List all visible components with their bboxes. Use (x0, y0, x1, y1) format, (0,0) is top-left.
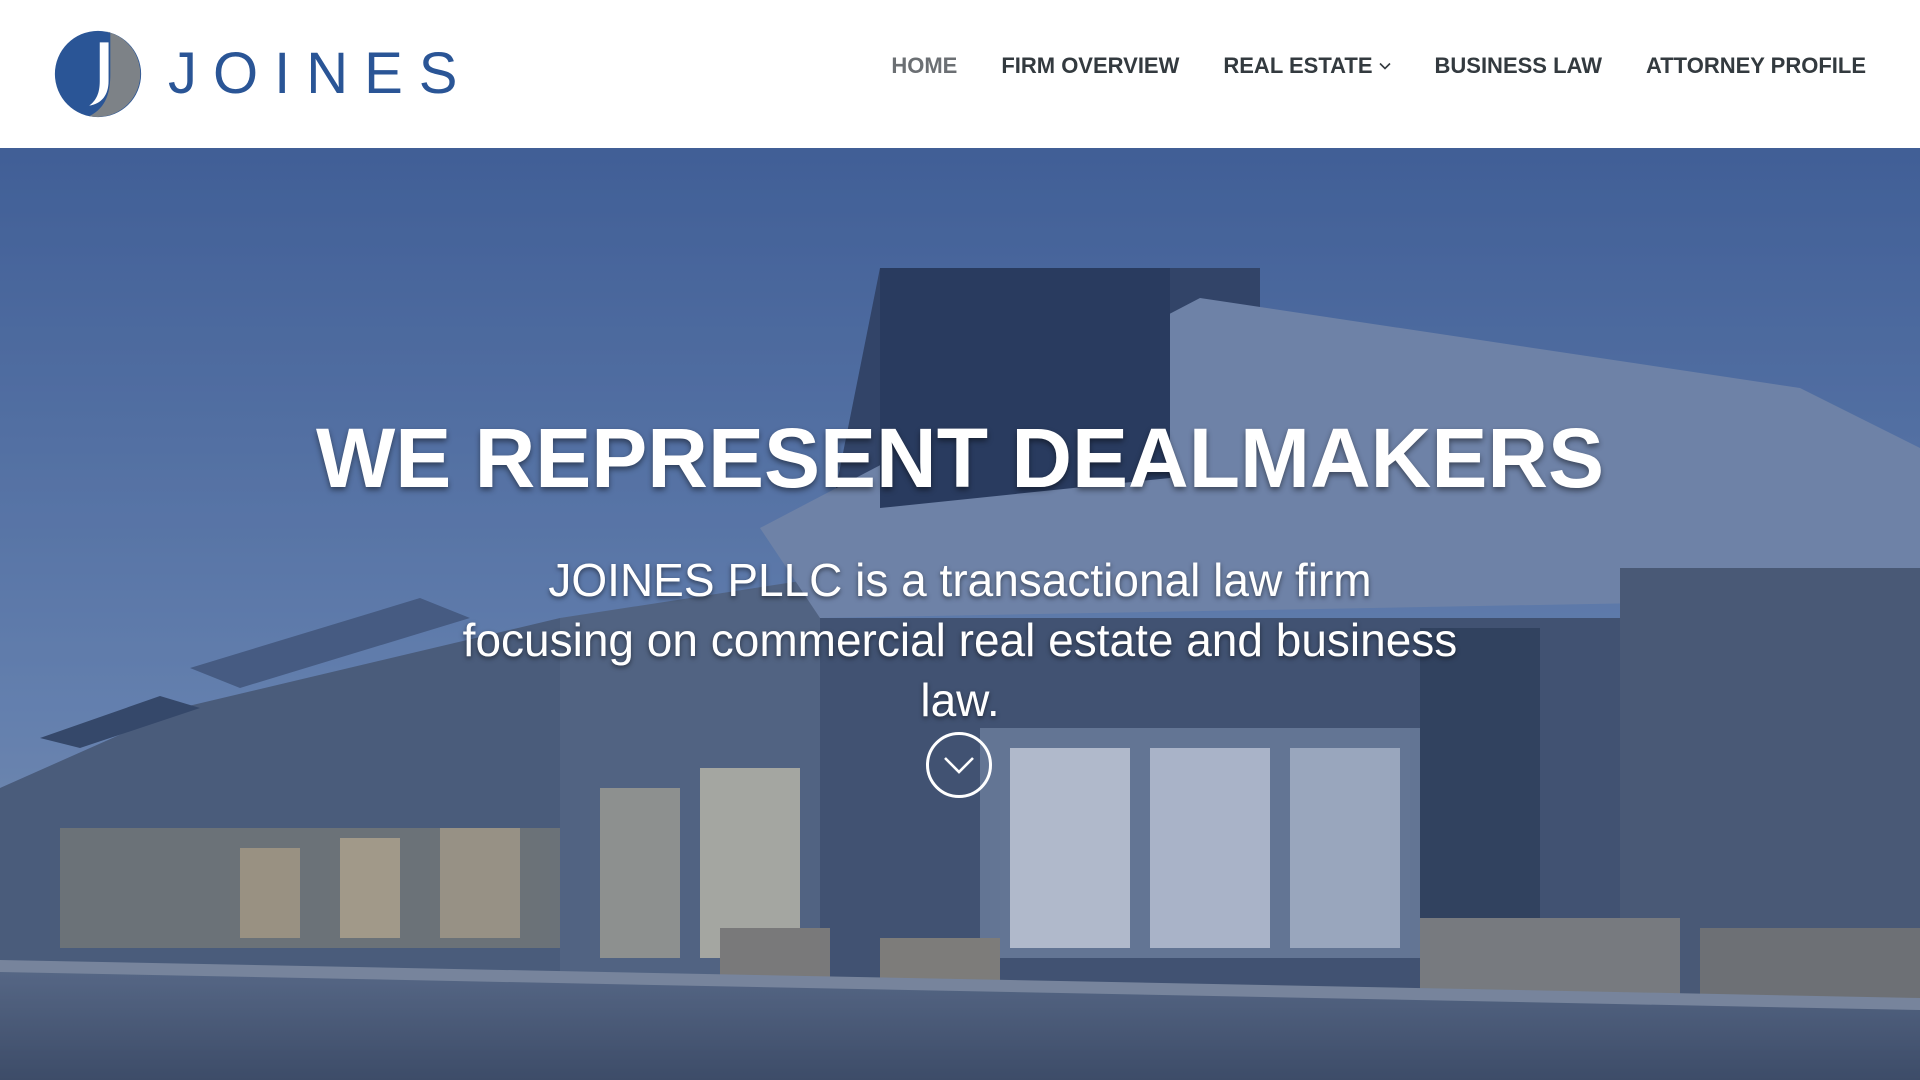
hero-section: WE REPRESENT DEALMAKERS JOINES PLLC is a… (0, 148, 1920, 1080)
nav-home[interactable]: HOME (891, 53, 957, 79)
nav-real-estate[interactable]: REAL ESTATE (1223, 53, 1391, 79)
hero-content: WE REPRESENT DEALMAKERS JOINES PLLC is a… (0, 148, 1920, 1080)
scroll-down-button[interactable] (926, 732, 992, 798)
nav-attorney-profile[interactable]: ATTORNEY PROFILE (1646, 53, 1866, 79)
hero-subtitle: JOINES PLLC is a transactional law firm … (462, 554, 1458, 726)
chevron-down-icon (1378, 62, 1391, 70)
nav-firm-overview[interactable]: FIRM OVERVIEW (1001, 53, 1179, 79)
main-nav: HOME FIRM OVERVIEW REAL ESTATE BUSINESS … (891, 53, 1866, 79)
hero-title: WE REPRESENT DEALMAKERS (315, 411, 1605, 505)
nav-business-law[interactable]: BUSINESS LAW (1435, 53, 1602, 79)
logo-wordmark: JOINES (168, 41, 474, 106)
chevron-down-circle-icon (944, 757, 974, 774)
site-logo[interactable]: JOINES (54, 30, 474, 118)
site-header: JOINES HOME FIRM OVERVIEW REAL ESTATE BU… (0, 0, 1920, 148)
nav-real-estate-label: REAL ESTATE (1223, 53, 1373, 78)
logo-j-icon (54, 30, 142, 118)
